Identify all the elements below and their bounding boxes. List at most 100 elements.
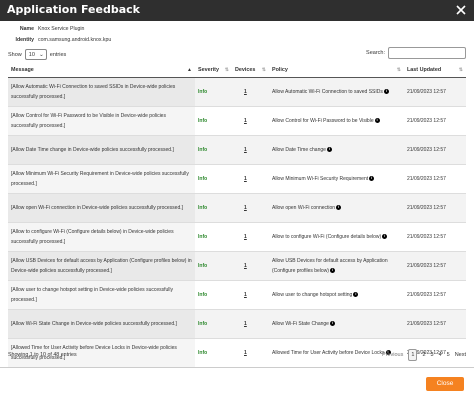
dialog-title: Application Feedback: [7, 3, 140, 16]
pagination-page-4[interactable]: 4: [439, 352, 442, 358]
severity-cell: Info: [195, 77, 232, 107]
pagination: Previous 1 2 3 4 5 Next: [382, 349, 466, 361]
table-summary: Showing 1 to 10 of 48 entries: [8, 352, 77, 358]
devices-link[interactable]: 1: [244, 89, 247, 95]
devices-link[interactable]: 1: [244, 205, 247, 211]
pagination-page-3[interactable]: 3: [431, 352, 434, 358]
info-icon[interactable]: i: [336, 204, 342, 210]
devices-cell: 1: [232, 309, 269, 339]
info-icon[interactable]: i: [329, 320, 335, 326]
table-row[interactable]: [Allow Minimum Wi-Fi Security Requiremen…: [8, 164, 466, 194]
devices-link[interactable]: 1: [244, 350, 247, 356]
policy-cell: Allow Wi-Fi State Change i: [269, 309, 404, 339]
identity-value: com.samsung.android.knox.kpu: [38, 37, 112, 43]
identity-row: Identity com.samsung.android.knox.kpu: [8, 37, 112, 43]
severity-cell: Info: [195, 280, 232, 310]
policy-cell: Allow to configure Wi-Fi (Configure deta…: [269, 222, 404, 252]
table-row[interactable]: [Allow Date Time change in Device-wide p…: [8, 135, 466, 165]
devices-cell: 1: [232, 280, 269, 310]
sort-arrows-icon: ⇅: [261, 67, 266, 73]
policy-cell: Allow USB Devices for default access by …: [269, 251, 404, 281]
policy-cell: Allow Automatic Wi-Fi Connection to save…: [269, 77, 404, 107]
sort-arrows-icon: ▲: [187, 67, 192, 73]
devices-link[interactable]: 1: [244, 176, 247, 182]
devices-link[interactable]: 1: [244, 292, 247, 298]
message-cell: [Allow Control for Wi-Fi Password to be …: [8, 106, 195, 136]
last-updated-cell: 21/09/2023 12:57: [404, 280, 466, 310]
info-icon[interactable]: i: [383, 88, 389, 94]
severity-cell: Info: [195, 164, 232, 194]
close-icon[interactable]: [454, 3, 468, 17]
table-row[interactable]: [Allow Control for Wi-Fi Password to be …: [8, 106, 466, 136]
devices-link[interactable]: 1: [244, 118, 247, 124]
devices-cell: 1: [232, 106, 269, 136]
chevron-down-icon: ⌄: [39, 51, 44, 58]
devices-cell: 1: [232, 251, 269, 281]
message-cell: [Allow to configure Wi-Fi (Configure det…: [8, 222, 195, 252]
show-label: Show: [8, 51, 22, 58]
devices-link[interactable]: 1: [244, 263, 247, 269]
message-cell: [Allow Wi-Fi State Change in Device-wide…: [8, 309, 195, 339]
last-updated-cell: 21/09/2023 12:57: [404, 77, 466, 107]
table-row[interactable]: [Allow Automatic Wi-Fi Connection to sav…: [8, 77, 466, 107]
info-icon[interactable]: i: [353, 291, 359, 297]
entries-length-control: Show 10 ⌄ entries: [8, 49, 66, 60]
table-row[interactable]: [Allow to configure Wi-Fi (Configure det…: [8, 222, 466, 252]
dialog-title-bar: Application Feedback: [0, 0, 474, 21]
entries-label: entries: [49, 51, 67, 58]
entries-select[interactable]: 10 ⌄: [24, 49, 47, 60]
message-cell: [Allow open Wi-Fi connection in Device-w…: [8, 193, 195, 223]
message-cell: [Allow USB Devices for default access by…: [8, 251, 195, 281]
devices-link[interactable]: 1: [244, 234, 247, 240]
last-updated-cell: 21/09/2023 12:57: [404, 164, 466, 194]
sort-arrows-icon: ⇅: [396, 67, 401, 73]
last-updated-cell: 21/09/2023 12:57: [404, 309, 466, 339]
message-cell: [Allow Date Time change in Device-wide p…: [8, 135, 195, 165]
devices-link[interactable]: 1: [244, 147, 247, 153]
pagination-page-2[interactable]: 2: [422, 352, 425, 358]
pagination-previous[interactable]: Previous: [382, 352, 403, 358]
info-icon[interactable]: i: [374, 117, 380, 123]
footer-divider: [0, 367, 474, 368]
column-header-message[interactable]: Message ▲: [8, 63, 195, 78]
devices-cell: 1: [232, 222, 269, 252]
severity-cell: Info: [195, 135, 232, 165]
info-icon[interactable]: i: [382, 233, 388, 239]
column-header-last-updated[interactable]: Last Updated ⇅: [404, 63, 466, 78]
table-row[interactable]: [Allow USB Devices for default access by…: [8, 251, 466, 281]
severity-cell: Info: [195, 222, 232, 252]
last-updated-cell: 21/09/2023 12:57: [404, 222, 466, 252]
devices-link[interactable]: 1: [244, 321, 247, 327]
search-label: Search:: [366, 50, 385, 56]
pagination-page-5[interactable]: 5: [447, 352, 450, 358]
table-row[interactable]: [Allow open Wi-Fi connection in Device-w…: [8, 193, 466, 223]
message-cell: [Allow Automatic Wi-Fi Connection to sav…: [8, 77, 195, 107]
table-row[interactable]: [Allow user to change hotspot setting in…: [8, 280, 466, 310]
name-row: Name Knox Service Plugin: [8, 26, 85, 32]
entries-select-value: 10: [28, 51, 35, 58]
devices-cell: 1: [232, 193, 269, 223]
pagination-next[interactable]: Next: [455, 352, 466, 358]
devices-cell: 1: [232, 338, 269, 368]
severity-cell: Info: [195, 106, 232, 136]
close-button[interactable]: Close: [426, 377, 464, 391]
policy-cell: Allow open Wi-Fi connection i: [269, 193, 404, 223]
info-icon[interactable]: i: [329, 267, 335, 273]
last-updated-cell: 21/09/2023 12:57: [404, 193, 466, 223]
policy-cell: Allow Date Time change i: [269, 135, 404, 165]
table-row[interactable]: [Allow Wi-Fi State Change in Device-wide…: [8, 309, 466, 339]
sort-arrows-icon: ⇅: [224, 67, 229, 73]
devices-cell: 1: [232, 164, 269, 194]
info-icon[interactable]: i: [369, 175, 375, 181]
column-header-severity[interactable]: Severity ⇅: [195, 63, 232, 78]
devices-cell: 1: [232, 135, 269, 165]
column-header-policy[interactable]: Policy ⇅: [269, 63, 404, 78]
search-control: Search:: [366, 47, 466, 59]
info-icon[interactable]: i: [326, 146, 332, 152]
message-cell: [Allow user to change hotspot setting in…: [8, 280, 195, 310]
column-header-devices[interactable]: Devices ⇅: [232, 63, 269, 78]
identity-label: Identity: [15, 37, 34, 43]
search-input[interactable]: [388, 47, 466, 59]
pagination-page-1[interactable]: 1: [408, 349, 418, 361]
sort-arrows-icon: ⇅: [458, 67, 463, 73]
